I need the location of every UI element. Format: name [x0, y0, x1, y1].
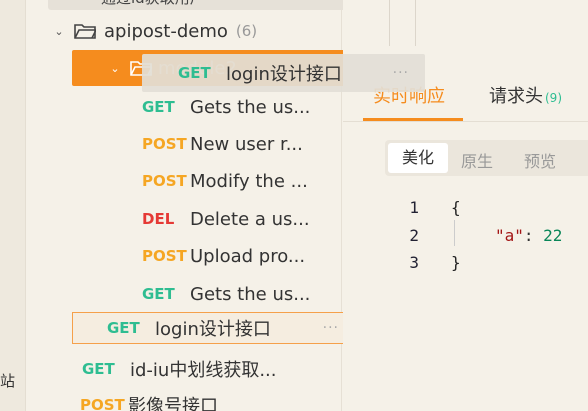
- method-badge: GET: [142, 98, 175, 116]
- api-item[interactable]: GET id-iu中划线获取...: [82, 352, 277, 386]
- more-options-icon[interactable]: ···: [393, 65, 409, 81]
- method-badge: POST: [142, 172, 187, 190]
- chevron-down-icon[interactable]: ⌄: [106, 62, 124, 75]
- active-tab-indicator: [363, 118, 463, 121]
- api-name: Upload pro...: [190, 245, 306, 267]
- view-mode-switcher: 美化 原生 预览: [385, 140, 588, 176]
- method-badge: DEL: [142, 210, 175, 228]
- response-code-view[interactable]: 1 { 2 "a": 22 3 }: [363, 192, 588, 282]
- project-count: (6): [235, 22, 258, 40]
- json-separator: :: [523, 226, 544, 245]
- api-item[interactable]: POST New user r...: [142, 127, 342, 161]
- method-badge: POST: [80, 396, 125, 411]
- api-name: Modify the ...: [190, 170, 308, 192]
- api-name: Delete a us...: [190, 208, 310, 230]
- api-item[interactable]: POST 影像号接口: [80, 388, 218, 411]
- api-name: New user r...: [190, 133, 303, 155]
- api-name: 影像号接口: [128, 396, 218, 411]
- tree-project-row[interactable]: ⌄ apipost-demo (6): [50, 14, 257, 48]
- header-count-badge: (9): [545, 91, 562, 105]
- api-name: login设计接口: [226, 64, 342, 85]
- divider: [415, 0, 416, 46]
- api-item[interactable]: DEL Delete a us...: [142, 202, 342, 236]
- sidebar-partial-glyph: 站: [0, 372, 16, 390]
- api-name: login设计接口: [155, 319, 271, 340]
- method-badge: GET: [82, 360, 115, 378]
- project-name: apipost-demo: [104, 20, 228, 42]
- method-badge: POST: [142, 135, 187, 153]
- tab-label: 请求头: [489, 86, 543, 107]
- indent-guide: [454, 220, 455, 246]
- drag-ghost-api-item[interactable]: GET login设计接口 ···: [142, 54, 425, 92]
- api-item[interactable]: GET Gets the us...: [142, 277, 342, 311]
- code-line: "a": 22: [495, 226, 562, 245]
- api-item[interactable]: POST Upload pro...: [142, 239, 342, 273]
- json-key: "a": [495, 226, 524, 245]
- chevron-down-icon[interactable]: ⌄: [50, 25, 68, 38]
- json-value: 22: [543, 226, 563, 245]
- view-mode-raw[interactable]: 原生: [461, 148, 493, 172]
- api-name: id-iu中划线获取...: [130, 360, 277, 381]
- api-name: Gets the us...: [190, 96, 311, 118]
- tree-item-partial-top[interactable]: 通过id获取用户: [48, 0, 354, 10]
- folder-open-icon: [74, 24, 96, 39]
- line-number: 1: [409, 198, 419, 217]
- line-number: 2: [409, 226, 419, 245]
- method-badge: GET: [178, 64, 211, 82]
- api-name: Gets the us...: [190, 283, 311, 305]
- code-line: }: [451, 253, 461, 272]
- more-options-icon[interactable]: ···: [323, 320, 339, 336]
- view-mode-preview[interactable]: 预览: [524, 148, 556, 172]
- code-line: {: [451, 198, 461, 217]
- left-sidebar-strip: 站: [0, 0, 26, 411]
- view-mode-pretty[interactable]: 美化: [388, 143, 448, 173]
- api-item[interactable]: GET Gets the us...: [142, 90, 342, 124]
- tab-request-headers[interactable]: 请求头 (9): [489, 82, 562, 108]
- method-badge: GET: [142, 285, 175, 303]
- line-number: 3: [409, 253, 419, 272]
- api-item[interactable]: POST Modify the ...: [142, 164, 342, 198]
- api-item-selected[interactable]: GET login设计接口 ···: [72, 312, 354, 344]
- method-badge: GET: [107, 319, 140, 337]
- method-badge: POST: [142, 247, 187, 265]
- divider: [389, 0, 390, 46]
